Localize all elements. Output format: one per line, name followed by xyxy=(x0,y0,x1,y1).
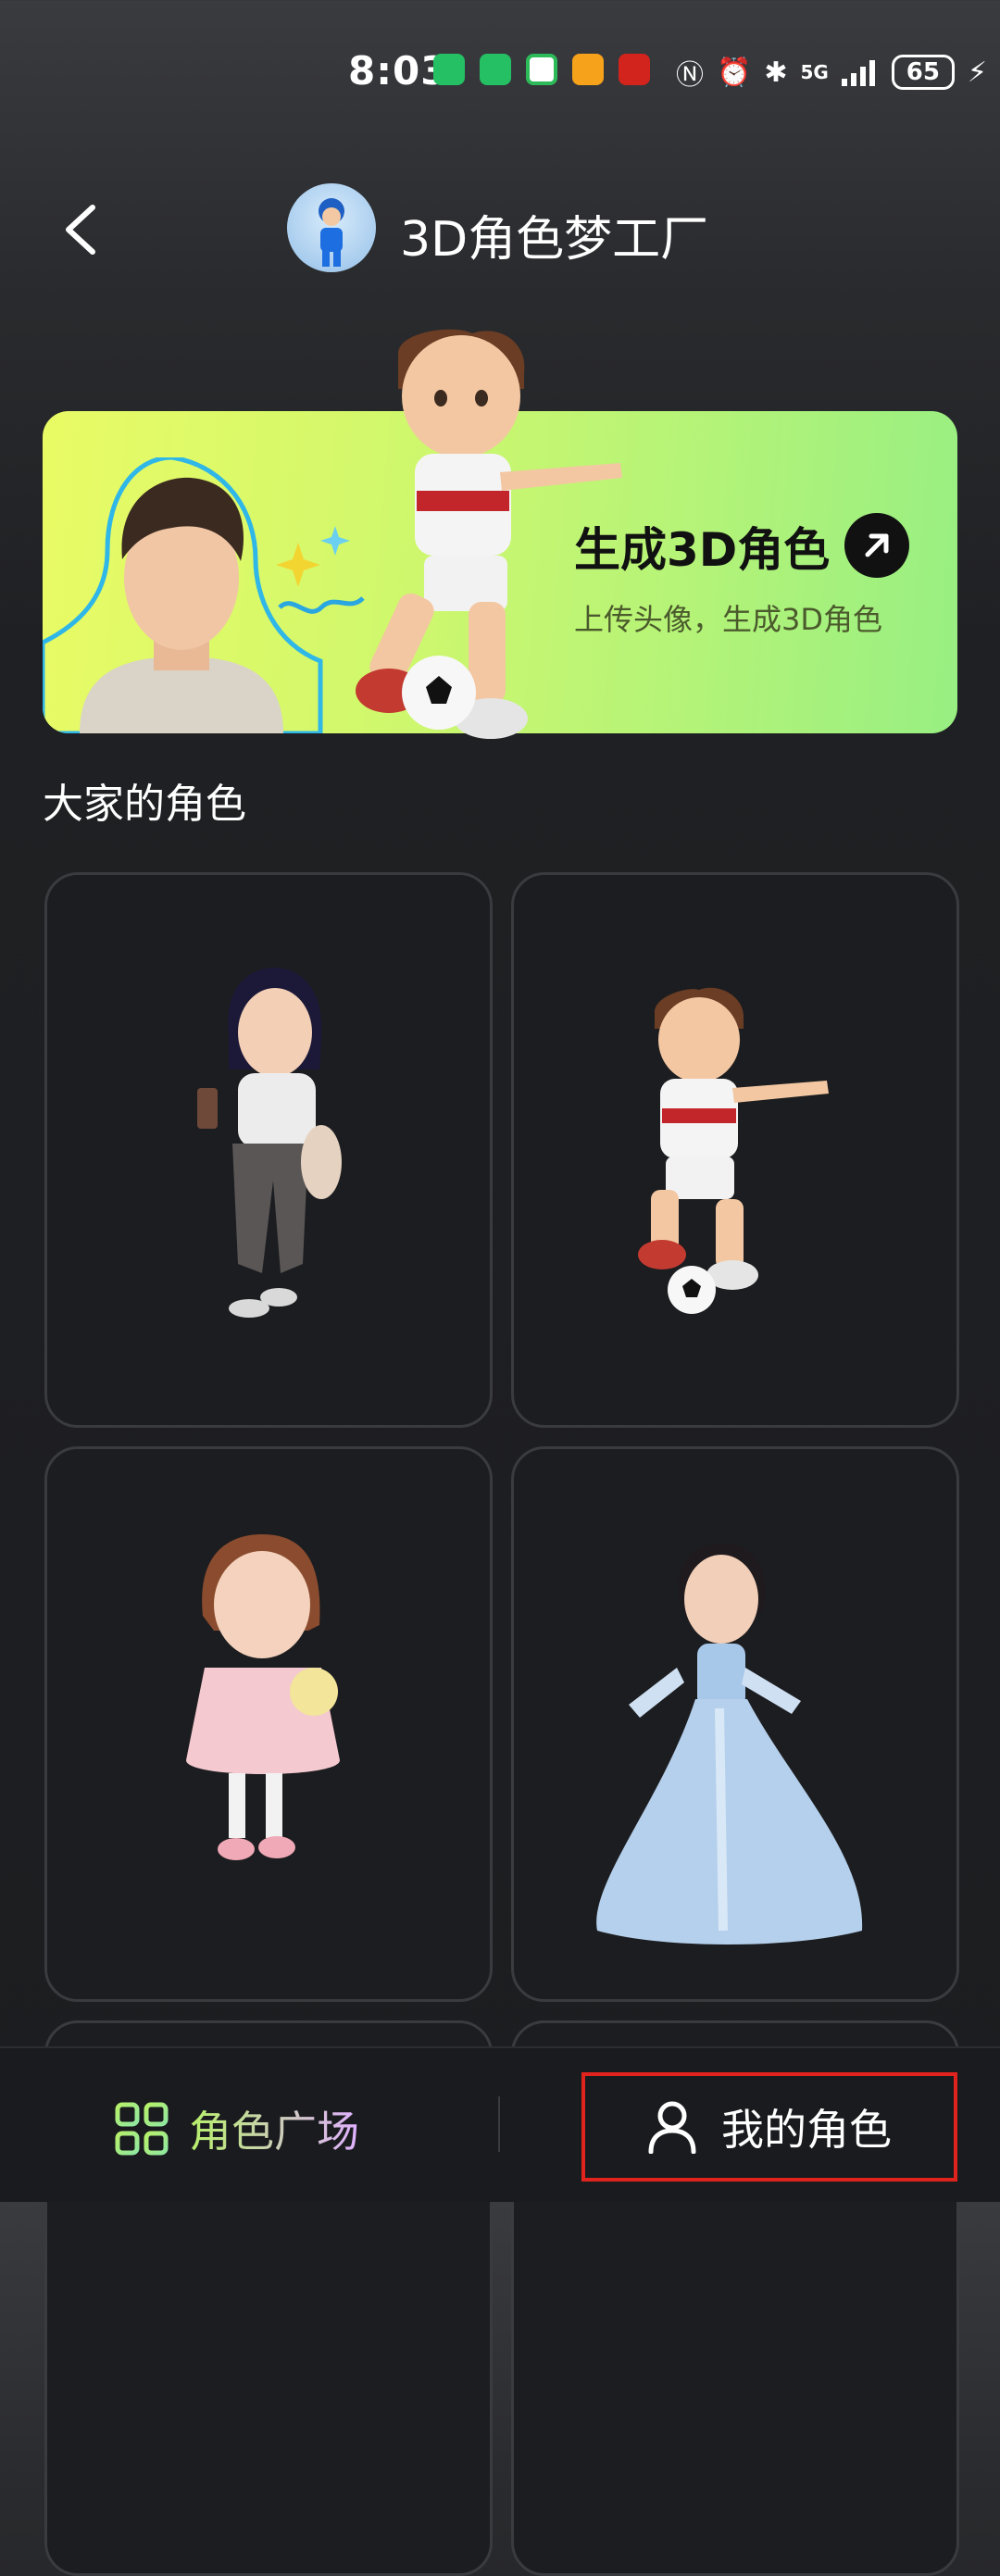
character-girl-pink-dress-image xyxy=(186,1534,340,1860)
character-girl-blue-gown-image xyxy=(596,1544,863,1945)
character-card[interactable] xyxy=(511,872,959,1428)
nfc-icon: Ⓝ xyxy=(676,59,704,92)
nav-my-characters-label: 我的角色 xyxy=(721,2105,892,2155)
banner-character-image xyxy=(356,329,622,739)
section-title: 大家的角色 xyxy=(43,781,246,828)
chevron-left-icon xyxy=(66,205,95,255)
character-card[interactable] xyxy=(511,1446,959,2002)
user-icon xyxy=(648,2101,696,2154)
nav-character-plaza[interactable]: 角色广场 xyxy=(115,2098,359,2159)
battery-indicator: 65 xyxy=(891,55,955,90)
system-icons: Ⓝ ⏰ ✱ 5G 65 ⚡ xyxy=(676,52,987,93)
wechat-icon xyxy=(480,54,511,85)
character-girl-with-drink-image xyxy=(197,968,342,1318)
wechat-icon xyxy=(433,54,465,85)
character-boy-soccer-player-image xyxy=(638,987,829,1314)
app-orange-icon xyxy=(572,54,604,85)
grid-icon xyxy=(115,2102,169,2156)
network-label: 5G xyxy=(800,61,829,83)
nav-character-plaza-label: 角色广场 xyxy=(189,2098,359,2159)
header-avatar xyxy=(287,183,376,272)
charging-icon: ⚡ xyxy=(967,56,987,89)
app-red-icon xyxy=(619,54,650,85)
nav-my-characters[interactable]: 我的角色 xyxy=(581,2072,957,2182)
character-card[interactable] xyxy=(44,872,493,1428)
bottom-nav: 角色广场 我的角色 xyxy=(0,2046,1000,2202)
nav-divider xyxy=(498,2096,500,2152)
character-card[interactable] xyxy=(44,1446,493,2002)
notification-icons xyxy=(433,54,650,85)
bluetooth-icon: ✱ xyxy=(764,56,788,89)
status-bar: 8:03 Ⓝ ⏰ ✱ 5G 65 ⚡ xyxy=(0,0,1000,148)
app-green-icon xyxy=(526,54,557,85)
back-button[interactable] xyxy=(57,202,104,257)
page-title: 3D角色梦工厂 xyxy=(400,212,709,268)
signal-icon xyxy=(841,60,875,86)
arrow-up-right-icon[interactable] xyxy=(844,513,909,578)
alarm-icon: ⏰ xyxy=(717,56,752,89)
